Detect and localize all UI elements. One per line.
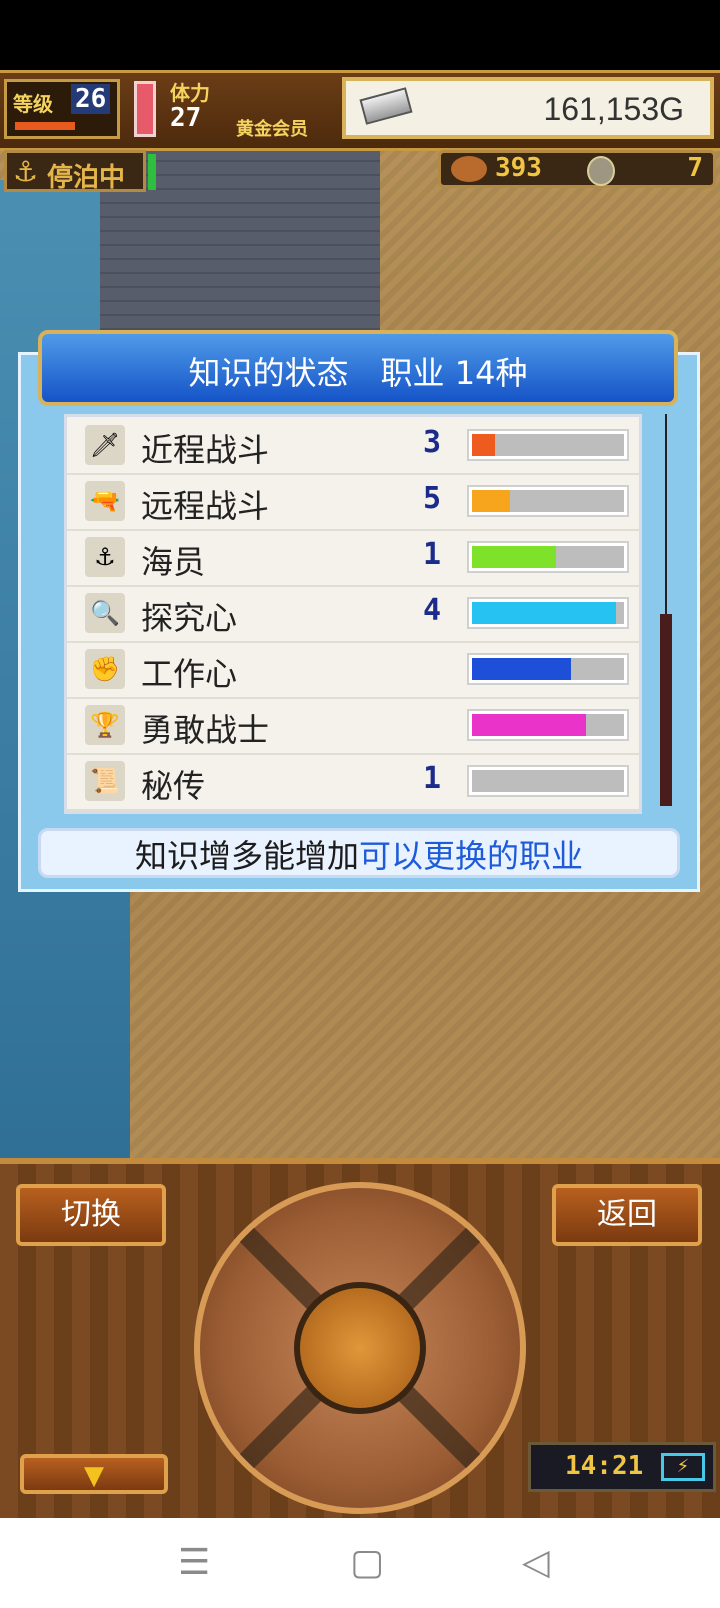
skill-name: 海员: [141, 543, 206, 581]
system-nav-bar: ☰ ▢ ◁: [0, 1518, 720, 1608]
skill-level: 4: [423, 593, 442, 628]
fist-icon: ✊: [85, 649, 125, 689]
hint-banner: 知识增多能增加可以更换的职业: [38, 828, 680, 878]
medal-amount: 7: [687, 153, 703, 183]
skill-name: 勇敢战士: [141, 711, 270, 749]
scrollbar-thumb[interactable]: [660, 614, 672, 806]
skill-row[interactable]: ⚓ 海员 1: [67, 529, 639, 587]
skill-progress-fill: [472, 658, 571, 680]
skill-row[interactable]: 📜 秘传 1: [67, 753, 639, 811]
moor-label: 停泊中: [47, 163, 126, 193]
level-label: 等级: [13, 92, 53, 116]
skill-progress-fill: [472, 602, 617, 624]
skill-progress-fill: [472, 546, 556, 568]
silver-bar-icon: [359, 87, 413, 125]
dpad-center-button[interactable]: [294, 1282, 426, 1414]
food-icon: [451, 156, 487, 182]
stamina-gauge: [134, 81, 156, 137]
top-hud: 等级 26 体力 27 黄金会员 161,153G: [0, 70, 720, 151]
food-amount: 393: [495, 153, 542, 183]
resources-box: 393 7: [438, 150, 716, 188]
skill-progress-bar: [469, 711, 627, 739]
skill-progress-fill: [472, 490, 510, 512]
arrow-down-icon: ▼: [84, 1461, 104, 1491]
level-box: 等级 26: [4, 79, 120, 139]
home-icon[interactable]: ▢: [350, 1542, 384, 1583]
menu-toggle-button[interactable]: ▼: [20, 1454, 168, 1494]
stamina-label: 体力: [170, 81, 210, 105]
skill-level: 1: [423, 761, 442, 796]
skill-name: 远程战斗: [141, 487, 270, 525]
scroll-icon: 📜: [85, 761, 125, 801]
skill-name: 秘传: [141, 767, 206, 805]
skill-level: 1: [423, 537, 442, 572]
trophy-icon: 🏆: [85, 705, 125, 745]
dpad[interactable]: [194, 1182, 526, 1514]
anchor-icon: ⚓: [85, 537, 125, 577]
skill-row[interactable]: 🔍 探究心 4: [67, 585, 639, 643]
skill-progress-fill: [472, 434, 495, 456]
panel-title: 知识的状态 职业 14种: [188, 354, 528, 392]
exp-bar: [15, 122, 75, 130]
skill-level: 3: [423, 425, 442, 460]
gold-box: 161,153G: [342, 77, 714, 139]
sword-icon: 🗡: [85, 425, 125, 465]
stamina-value: 27: [170, 103, 202, 133]
skill-progress-bar: [469, 655, 627, 683]
skill-progress-bar: [469, 599, 627, 627]
skill-progress-bar: [469, 431, 627, 459]
skill-name: 近程战斗: [141, 431, 270, 469]
magnifier-icon: 🔍: [85, 593, 125, 633]
skill-name: 探究心: [141, 599, 238, 637]
battery-charging-icon: ⚡: [661, 1453, 705, 1481]
phone-status-bar: [0, 0, 720, 70]
skill-row[interactable]: 🗡 近程战斗 3: [67, 417, 639, 475]
panel-title-bar: 知识的状态 职业 14种: [38, 330, 678, 406]
hint-text: 知识增多能增加: [134, 837, 359, 875]
skill-progress-bar: [469, 543, 627, 571]
skill-row[interactable]: 🔫 远程战斗 5: [67, 473, 639, 531]
gold-amount: 161,153G: [543, 91, 684, 127]
menu-icon[interactable]: ☰: [178, 1542, 210, 1583]
skill-progress-bar: [469, 487, 627, 515]
moor-indicator: [148, 154, 156, 190]
medal-icon: [587, 156, 615, 186]
hint-highlight: 可以更换的职业: [359, 837, 584, 875]
level-value: 26: [71, 84, 111, 114]
skill-list[interactable]: 🗡 近程战斗 3 🔫 远程战斗 5 ⚓ 海员 1 🔍 探究心 4 ✊ 工作心 🏆 勇敢战士 📜 秘传 1: [64, 414, 642, 814]
moor-status[interactable]: ⚓ 停泊中: [4, 150, 146, 193]
skill-progress-fill: [472, 714, 586, 736]
scrollbar[interactable]: [660, 414, 672, 806]
back-button[interactable]: 返回: [552, 1184, 702, 1246]
skill-row[interactable]: ✊ 工作心: [67, 641, 639, 699]
skill-progress-bar: [469, 767, 627, 795]
cannon-icon: 🔫: [85, 481, 125, 521]
skill-level: 5: [423, 481, 442, 516]
switch-button[interactable]: 切换: [16, 1184, 166, 1246]
clock-box: 14:21 ⚡: [528, 1442, 716, 1492]
clock-time: 14:21: [565, 1451, 644, 1481]
anchor-icon: ⚓: [13, 155, 39, 188]
skill-row[interactable]: 🏆 勇敢战士: [67, 697, 639, 755]
membership-badge: 黄金会员: [236, 119, 308, 140]
control-panel: 切换 返回 ▼ 14:21 ⚡: [0, 1158, 720, 1524]
skill-name: 工作心: [141, 655, 238, 693]
back-icon[interactable]: ◁: [522, 1542, 550, 1583]
